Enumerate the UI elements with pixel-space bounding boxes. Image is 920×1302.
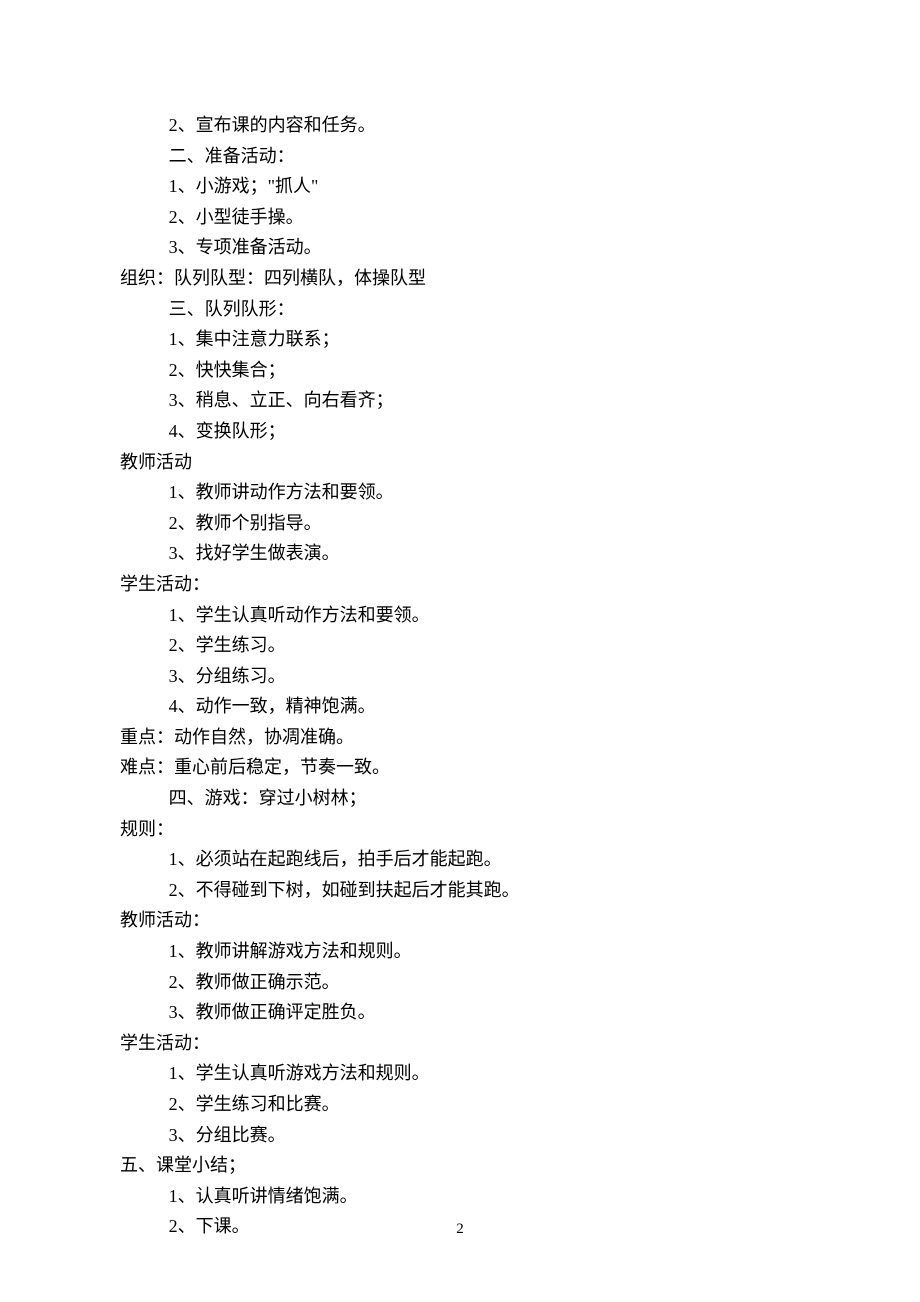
text-line: 2、小型徒手操。 bbox=[120, 202, 800, 233]
text-line: 1、认真听讲情绪饱满。 bbox=[120, 1181, 800, 1212]
text-line: 三、队列队形： bbox=[120, 294, 800, 325]
text-line: 1、小游戏；"抓人" bbox=[120, 171, 800, 202]
text-line: 3、专项准备活动。 bbox=[120, 232, 800, 263]
text-line: 教师活动： bbox=[120, 905, 800, 936]
text-line: 1、必须站在起跑线后，拍手后才能起跑。 bbox=[120, 844, 800, 875]
document-body: 2、宣布课的内容和任务。二、准备活动：1、小游戏；"抓人"2、小型徒手操。3、专… bbox=[120, 110, 800, 1242]
text-line: 教师活动 bbox=[120, 447, 800, 478]
text-line: 1、教师讲解游戏方法和规则。 bbox=[120, 936, 800, 967]
text-line: 3、稍息、立正、向右看齐； bbox=[120, 385, 800, 416]
document-page: 2、宣布课的内容和任务。二、准备活动：1、小游戏；"抓人"2、小型徒手操。3、专… bbox=[0, 0, 920, 1302]
text-line: 4、变换队形； bbox=[120, 416, 800, 447]
text-line: 2、学生练习和比赛。 bbox=[120, 1089, 800, 1120]
text-line: 2、教师个别指导。 bbox=[120, 508, 800, 539]
text-line: 学生活动： bbox=[120, 1028, 800, 1059]
text-line: 学生活动： bbox=[120, 569, 800, 600]
text-line: 1、集中注意力联系； bbox=[120, 324, 800, 355]
text-line: 组织：队列队型：四列横队，体操队型 bbox=[120, 263, 800, 294]
text-line: 1、教师讲动作方法和要领。 bbox=[120, 477, 800, 508]
text-line: 二、准备活动： bbox=[120, 141, 800, 172]
page-number: 2 bbox=[0, 1217, 920, 1243]
text-line: 2、教师做正确示范。 bbox=[120, 967, 800, 998]
text-line: 2、学生练习。 bbox=[120, 630, 800, 661]
text-line: 1、学生认真听游戏方法和规则。 bbox=[120, 1058, 800, 1089]
text-line: 四、游戏：穿过小树林； bbox=[120, 783, 800, 814]
text-line: 3、教师做正确评定胜负。 bbox=[120, 997, 800, 1028]
text-line: 3、分组比赛。 bbox=[120, 1120, 800, 1151]
text-line: 1、学生认真听动作方法和要领。 bbox=[120, 600, 800, 631]
text-line: 4、动作一致，精神饱满。 bbox=[120, 691, 800, 722]
text-line: 2、快快集合； bbox=[120, 355, 800, 386]
text-line: 难点：重心前后稳定，节奏一致。 bbox=[120, 752, 800, 783]
text-line: 重点：动作自然，协凋准确。 bbox=[120, 722, 800, 753]
text-line: 3、分组练习。 bbox=[120, 661, 800, 692]
text-line: 规则： bbox=[120, 814, 800, 845]
text-line: 2、宣布课的内容和任务。 bbox=[120, 110, 800, 141]
text-line: 3、找好学生做表演。 bbox=[120, 538, 800, 569]
text-line: 2、不得碰到下树，如碰到扶起后才能其跑。 bbox=[120, 875, 800, 906]
text-line: 五、课堂小结； bbox=[120, 1150, 800, 1181]
